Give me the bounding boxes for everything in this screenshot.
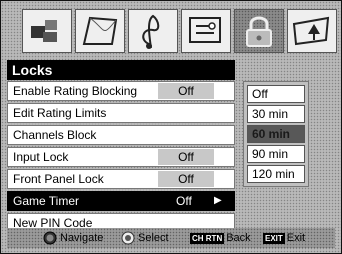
option-item[interactable]: 30 min [247, 105, 305, 123]
menu-item-label: Edit Rating Limits [13, 106, 107, 120]
navigate-pad-icon [43, 231, 57, 245]
picture-icon[interactable] [22, 9, 72, 53]
menu-item-value: Off [158, 171, 214, 187]
menu-item-value: Off [158, 149, 214, 165]
ch-rtn-badge: CH RTN [190, 232, 225, 244]
select-button-icon [121, 231, 135, 245]
exit-hint: EXIT Exit [263, 231, 305, 245]
exit-badge: EXIT [263, 232, 285, 244]
menu-item-label: Input Lock [13, 150, 69, 164]
footer-bar: Navigate Select CH RTN Back EXIT Exit [7, 228, 335, 248]
locks-menu: Enable Rating Blocking Off Edit Rating L… [7, 81, 235, 235]
select-label: Select [138, 232, 169, 244]
option-item[interactable]: 90 min [247, 145, 305, 163]
menu-item-input-lock[interactable]: Input Lock Off [7, 147, 235, 167]
back-hint: CH RTN Back [190, 231, 251, 245]
menu-item-label: Channels Block [13, 128, 97, 142]
game-timer-options: Off 30 min 60 min 90 min 120 min [243, 81, 309, 187]
menu-item-label: Game Timer [13, 194, 80, 208]
display-icon[interactable] [75, 9, 125, 53]
menu-item-edit-rating-limits[interactable]: Edit Rating Limits [7, 103, 235, 123]
menu-item-game-timer[interactable]: Game Timer Off ▶ [7, 191, 235, 211]
option-item-highlighted[interactable]: 60 min [247, 125, 305, 143]
setup-icon[interactable] [181, 9, 231, 53]
select-hint: Select [121, 231, 169, 245]
menu-item-front-panel-lock[interactable]: Front Panel Lock Off [7, 169, 235, 189]
option-item[interactable]: Off [247, 85, 305, 103]
menu-item-channels-block[interactable]: Channels Block [7, 125, 235, 145]
menu-title: Locks [7, 60, 235, 80]
arrow-right-icon: ▶ [214, 195, 222, 206]
option-item[interactable]: 120 min [247, 165, 305, 183]
tv-screen: Locks Enable Rating Blocking Off Edit Ra… [0, 0, 342, 254]
back-label: Back [226, 232, 251, 244]
menu-item-value: Off [158, 83, 214, 99]
menu-item-label: Enable Rating Blocking [13, 84, 138, 98]
install-icon[interactable] [287, 9, 337, 53]
audio-icon[interactable] [128, 9, 178, 53]
navigate-hint: Navigate [43, 231, 103, 245]
navigate-label: Navigate [60, 232, 104, 244]
menu-item-enable-rating-blocking[interactable]: Enable Rating Blocking Off [7, 81, 235, 101]
exit-label: Exit [286, 232, 306, 244]
lock-icon[interactable] [234, 9, 284, 53]
menu-item-label: Front Panel Lock [13, 172, 104, 186]
